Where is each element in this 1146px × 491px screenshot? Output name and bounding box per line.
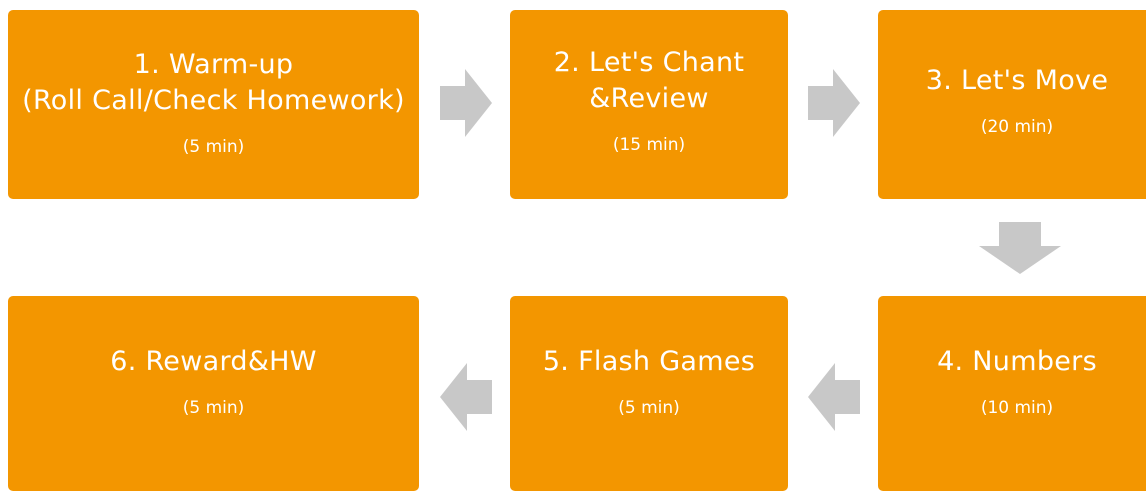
step-box-flash-games: 5. Flash Games (5 min) [510,296,788,491]
step-title: 3. Let's Move [926,63,1109,99]
step-box-numbers: 4. Numbers (10 min) [878,296,1146,491]
step-box-chant-review: 2. Let's Chant &Review (15 min) [510,10,788,199]
step-box-warm-up: 1. Warm-up (Roll Call/Check Homework) (5… [8,10,419,199]
step-title-line: 4. Numbers [937,346,1097,377]
arrow-down-icon [979,222,1061,274]
step-title-line: 3. Let's Move [925,65,1109,96]
step-duration: (5 min) [618,398,680,418]
arrow-right-icon [808,69,860,137]
step-duration: (5 min) [182,137,245,157]
step-title-line: 2. Let's Chant [553,47,745,78]
step-title: 2. Let's Chant &Review [554,45,745,117]
step-title: 1. Warm-up (Roll Call/Check Homework) [22,47,405,119]
step-title-line: 6. Reward&HW [110,346,317,377]
arrow-right-icon [440,69,492,137]
step-title: 5. Flash Games [543,344,755,380]
step-title-line: 5. Flash Games [542,346,756,377]
step-duration: (10 min) [980,398,1054,418]
step-title-line: 1. Warm-up [133,49,294,80]
arrow-left-icon [808,363,860,431]
step-title-line: &Review [589,83,709,114]
step-box-reward-hw: 6. Reward&HW (5 min) [8,296,419,491]
step-title-line: (Roll Call/Check Homework) [22,85,405,116]
step-title: 4. Numbers [937,344,1097,380]
step-title: 6. Reward&HW [110,344,317,380]
step-box-lets-move: 3. Let's Move (20 min) [878,10,1146,199]
step-duration: (15 min) [612,135,686,155]
step-duration: (5 min) [182,398,245,418]
arrow-left-icon [440,363,492,431]
step-duration: (20 min) [980,117,1054,137]
